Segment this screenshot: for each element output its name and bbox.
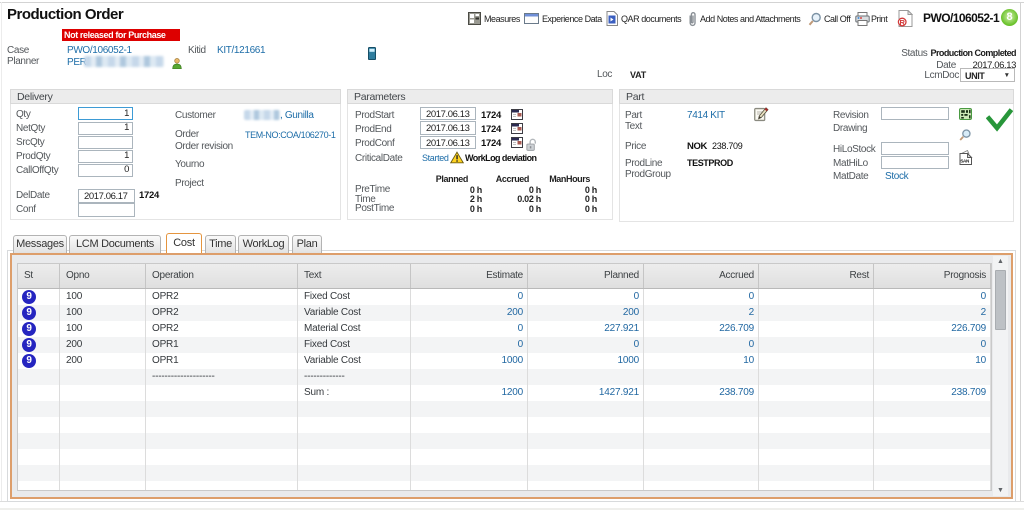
- svg-text:SAN: SAN: [960, 158, 970, 163]
- svg-text:R: R: [899, 18, 905, 27]
